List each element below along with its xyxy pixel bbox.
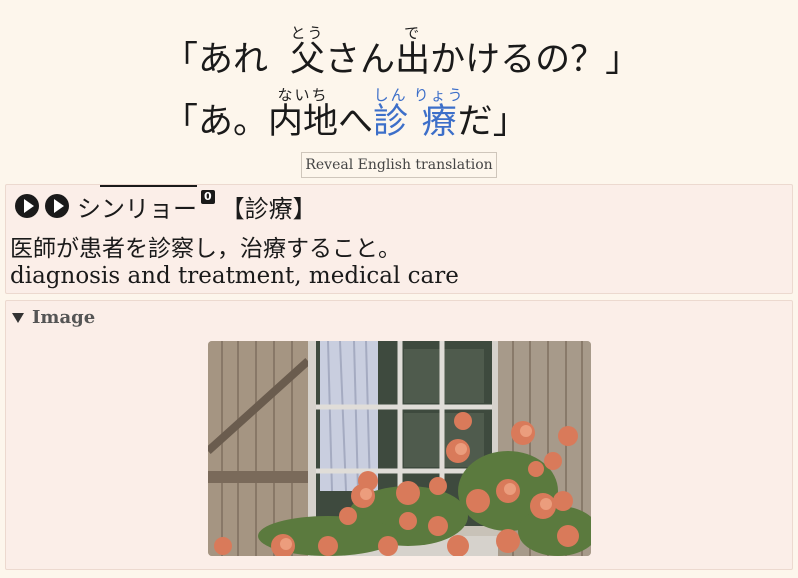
scene-image (208, 341, 591, 556)
vocab-kanji: 【診療】 (220, 194, 317, 223)
quote-close: 」 (492, 102, 528, 142)
sentence-text: さん (325, 40, 396, 80)
vocab-panel: シンリョー 0 【診療】 医師が患者を診察し，治療すること。 diagnosis… (5, 184, 793, 294)
play-audio-icon[interactable] (15, 194, 39, 218)
sentence-text: かけるの？ (430, 40, 606, 80)
definition-japanese: 医師が患者を診察し，治療すること。 (10, 236, 401, 262)
furigana-word: 出で (395, 24, 431, 80)
furigana-word: 父とう (290, 24, 326, 80)
quote-close: 」 (605, 40, 641, 80)
sentence-text: あ。 (198, 102, 269, 142)
reveal-translation-button[interactable]: Reveal English translation (301, 152, 497, 178)
vocab-header: シンリョー 0 【診療】 (15, 184, 317, 224)
sentence-line-2: 「あ。内地ないちへ診しん 療りょうだ」 (0, 86, 798, 140)
sentence-text: へ (338, 102, 374, 142)
image-panel: Image (5, 300, 793, 570)
sentence-line-1: 「あれ 父とうさん出でかけるの？」 (0, 24, 798, 78)
sentence-text: だ (457, 102, 493, 142)
sentence-text: あれ (198, 40, 269, 80)
play-sentence-audio-icon[interactable] (45, 194, 69, 218)
triangle-down-icon (12, 312, 24, 323)
image-section-toggle[interactable]: Image (10, 307, 95, 328)
image-section-label: Image (32, 307, 96, 328)
vocab-reading: シンリョー (77, 184, 197, 224)
furigana-word: 内地ないち (268, 86, 339, 142)
target-word: 診しん 療りょう (373, 86, 465, 142)
definition-english: diagnosis and treatment, medical care (10, 263, 459, 289)
quote-open: 「 (163, 102, 199, 142)
quote-open: 「 (163, 40, 199, 80)
pitch-accent-badge: 0 (201, 190, 215, 204)
